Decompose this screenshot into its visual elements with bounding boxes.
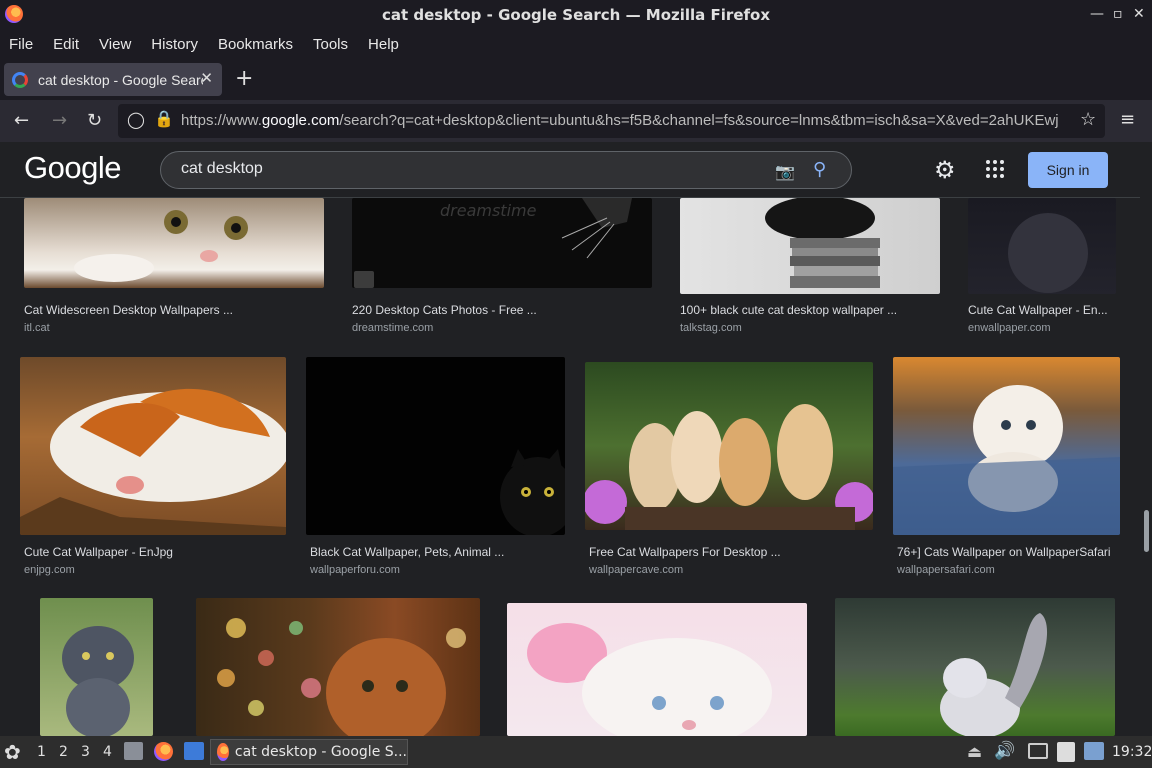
result-caption[interactable]: Cute Cat Wallpaper - EnJpg [24,545,173,559]
bookmark-star-icon[interactable]: ☆ [1080,109,1096,130]
result-caption[interactable]: Cat Widescreen Desktop Wallpapers ... [24,303,233,317]
result-image[interactable] [680,198,940,294]
network-icon[interactable] [1028,743,1048,759]
taskbar: ✿ 1 2 3 4 cat desktop - Google S... ⏏ 🔊 … [0,736,1152,768]
close-window-icon[interactable]: ✕ [1133,6,1145,22]
google-header: Google 📷 ⚲ ⚙ Sign in [0,142,1140,198]
search-input[interactable] [181,160,751,178]
menu-history[interactable]: History [151,36,198,53]
result-source[interactable]: enjpg.com [24,564,75,576]
gear-icon[interactable]: ⚙ [934,156,956,184]
menu-bar: File Edit View History Bookmarks Tools H… [0,30,1152,58]
google-logo[interactable]: Google [24,150,121,186]
window-titlebar: cat desktop - Google Search — Mozilla Fi… [0,0,1152,30]
navigation-bar: ← → ↻ ◯ 🔒 https://www.google.com/search?… [0,100,1152,142]
notification-icon[interactable] [1084,742,1104,760]
search-box[interactable]: 📷 ⚲ [160,151,852,189]
result-source[interactable]: dreamstime.com [352,322,433,334]
volume-icon[interactable]: 🔊 [994,741,1015,761]
firefox-icon [217,743,229,761]
tab-google-search[interactable]: cat desktop - Google Search ✕ [4,63,222,96]
eject-icon[interactable]: ⏏ [967,742,982,761]
result-image[interactable] [24,198,324,288]
forward-arrow-icon[interactable]: → [52,110,67,131]
menu-edit[interactable]: Edit [53,36,79,53]
menu-help[interactable]: Help [368,36,399,53]
workspace-3[interactable]: 3 [81,744,90,760]
sign-in-button[interactable]: Sign in [1028,152,1108,188]
tab-label: cat desktop - Google Search [38,71,203,88]
desktop-icon[interactable] [184,742,204,760]
workspace-4[interactable]: 4 [103,744,112,760]
new-tab-plus-icon[interactable]: + [235,66,253,91]
tab-bar: cat desktop - Google Search ✕ + [0,58,1152,100]
result-source[interactable]: wallpaperforu.com [310,564,400,576]
result-image[interactable] [20,357,286,535]
search-icon[interactable]: ⚲ [813,159,826,180]
maximize-icon[interactable]: ▫ [1113,6,1123,22]
result-caption[interactable]: Cute Cat Wallpaper - En... [968,303,1108,317]
result-image[interactable] [893,357,1120,535]
result-source[interactable]: wallpapersafari.com [897,564,995,576]
taskbar-window-firefox[interactable]: cat desktop - Google S... [210,739,408,765]
minimize-icon[interactable]: — [1090,6,1104,22]
window-title: cat desktop - Google Search — Mozilla Fi… [381,6,770,24]
dreamstime-watermark: dreamstime [440,201,537,220]
firefox-logo-icon [5,5,23,23]
menu-file[interactable]: File [9,36,33,53]
result-image[interactable] [507,603,807,736]
result-image[interactable] [306,357,565,535]
url-text[interactable]: https://www.google.com/search?q=cat+desk… [181,112,1069,129]
result-source[interactable]: talkstag.com [680,322,742,334]
file-manager-icon[interactable] [124,742,143,760]
result-image[interactable]: dreamstime [352,198,652,288]
page-scrollbar[interactable] [1140,142,1152,736]
result-source[interactable]: itl.cat [24,322,50,334]
reload-icon[interactable]: ↻ [87,110,102,131]
result-source[interactable]: enwallpaper.com [968,322,1051,334]
clock[interactable]: 19:32 [1112,744,1152,760]
tab-close-icon[interactable]: ✕ [200,69,213,87]
result-image[interactable] [968,198,1116,294]
workspace-1[interactable]: 1 [37,744,46,760]
workspace-2[interactable]: 2 [59,744,68,760]
result-caption[interactable]: 220 Desktop Cats Photos - Free ... [352,303,537,317]
result-caption[interactable]: Free Cat Wallpapers For Desktop ... [589,545,781,559]
result-image[interactable] [40,598,153,736]
taskbar-window-label: cat desktop - Google S... [234,744,407,760]
firefox-launcher-icon[interactable] [154,742,173,761]
result-caption[interactable]: 76+] Cats Wallpaper on WallpaperSafari [897,545,1111,559]
app-menu-icon[interactable]: ✿ [4,740,21,764]
url-bar[interactable]: ◯ 🔒 https://www.google.com/search?q=cat+… [118,104,1105,138]
google-favicon-icon [12,71,28,88]
apps-grid-icon[interactable] [986,160,1004,178]
camera-icon[interactable]: 📷 [775,162,795,181]
result-image[interactable] [585,362,873,530]
result-image[interactable] [196,598,480,736]
menu-bookmarks[interactable]: Bookmarks [218,36,293,53]
shield-icon[interactable]: ◯ [127,110,145,129]
result-caption[interactable]: Black Cat Wallpaper, Pets, Animal ... [310,545,504,559]
menu-tools[interactable]: Tools [313,36,348,53]
result-caption[interactable]: 100+ black cute cat desktop wallpaper ..… [680,303,897,317]
menu-view[interactable]: View [99,36,131,53]
result-source[interactable]: wallpapercave.com [589,564,683,576]
result-image[interactable] [835,598,1115,736]
hamburger-menu-icon[interactable]: ≡ [1120,109,1135,130]
scrollbar-thumb[interactable] [1144,510,1149,552]
clipboard-icon[interactable] [1057,742,1075,762]
back-arrow-icon[interactable]: ← [14,110,29,131]
image-results: Cat Widescreen Desktop Wallpapers ... it… [0,198,1140,736]
lock-icon[interactable]: 🔒 [154,109,174,128]
